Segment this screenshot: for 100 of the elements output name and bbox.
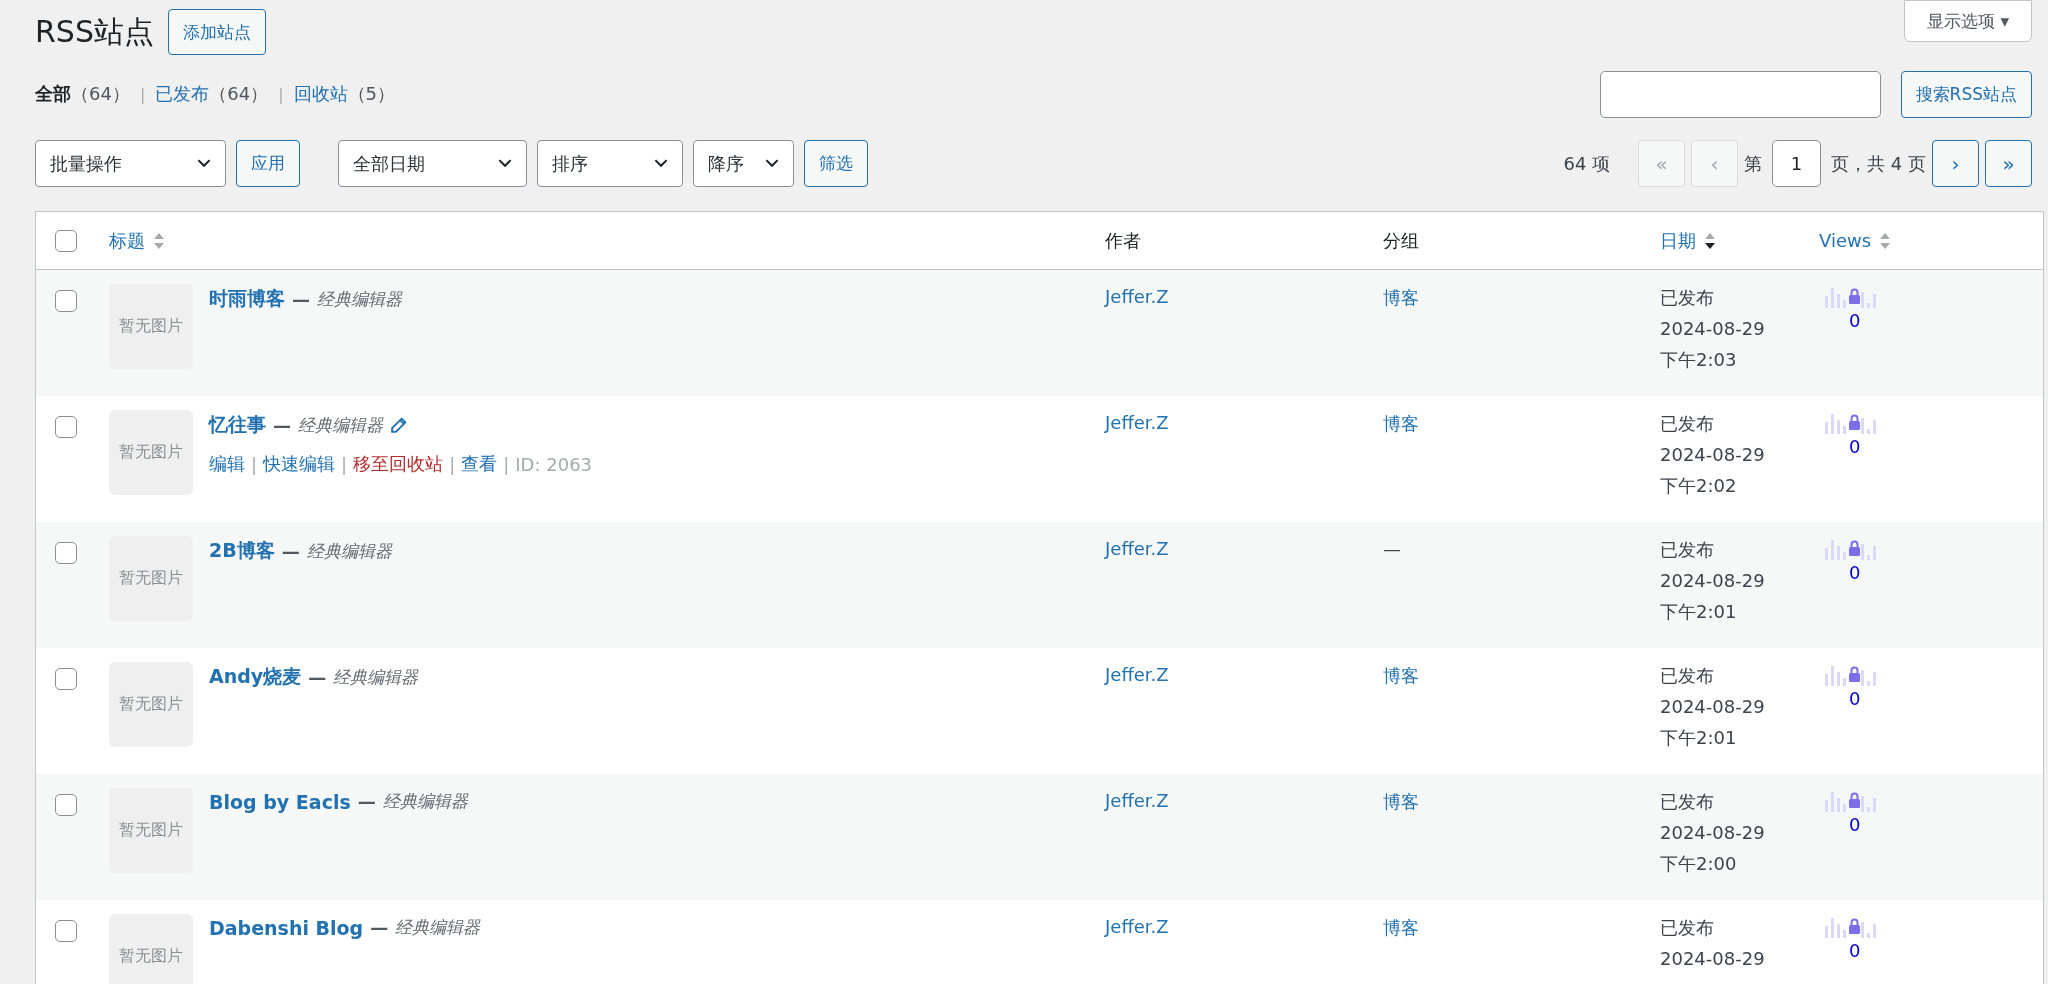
editor-label: 经典编辑器 <box>317 287 402 311</box>
placeholder-text: 暂无图片 <box>119 316 183 337</box>
date-text: 2024-08-29 <box>1660 443 1766 467</box>
chevron-down-icon <box>498 159 512 168</box>
row-action-link[interactable]: 查看 <box>461 452 498 476</box>
date-text: 2024-08-29 <box>1660 317 1766 341</box>
trash-link[interactable]: 移至回收站 <box>353 452 444 476</box>
column-header: 分组 <box>1383 228 1419 253</box>
category-link[interactable]: 博客 <box>1383 413 1419 434</box>
date-text: 已发布 <box>1660 916 1715 940</box>
filter-button[interactable]: 筛选 <box>804 140 868 187</box>
site-title-link[interactable]: 2B博客 <box>209 538 275 564</box>
view-filter-link[interactable]: 已发布（64） <box>155 82 269 106</box>
view-count[interactable]: 0 <box>1849 562 1861 583</box>
site-title-link[interactable]: Blog by Eacls <box>209 790 351 813</box>
date-text: 已发布 <box>1660 538 1715 562</box>
site-title-link[interactable]: Andy烧麦 <box>209 664 302 690</box>
column-sort-link[interactable]: 标题 <box>109 228 145 253</box>
date-text: 下午2:02 <box>1660 474 1738 498</box>
view-count[interactable]: 0 <box>1849 436 1861 457</box>
separator: | <box>139 84 146 104</box>
placeholder-text: 暂无图片 <box>119 946 183 967</box>
separator: | <box>341 453 348 475</box>
search-button[interactable]: 搜索RSS站点 <box>1900 70 2032 118</box>
date-text: 已发布 <box>1660 790 1715 814</box>
date-text: 下午2:01 <box>1660 726 1738 750</box>
title-separator: — <box>273 414 291 436</box>
title-separator: — <box>292 288 310 310</box>
view-count[interactable]: 0 <box>1849 814 1861 835</box>
row-checkbox[interactable] <box>55 416 77 438</box>
editor-label: 经典编辑器 <box>298 413 383 437</box>
date-text: 2024-08-29 <box>1660 695 1766 719</box>
page-total: 页，共 4 页 <box>1831 151 1926 176</box>
page-nav-button[interactable]: » <box>1985 140 2032 187</box>
author-link[interactable]: Jeffer.Z <box>1105 286 1169 307</box>
page-nav-button[interactable]: › <box>1932 140 1979 187</box>
column-sort-link[interactable]: 日期 <box>1660 228 1696 253</box>
site-title-link[interactable]: 时雨博客 <box>209 286 285 312</box>
view-count[interactable]: 0 <box>1849 310 1861 331</box>
date-text: 2024-08-29 <box>1660 947 1766 971</box>
row-checkbox[interactable] <box>55 794 77 816</box>
title-separator: — <box>281 540 300 562</box>
placeholder-text: 暂无图片 <box>119 694 183 715</box>
separator: | <box>251 453 258 475</box>
author-link[interactable]: Jeffer.Z <box>1105 538 1169 559</box>
post-id: ID: 2063 <box>515 453 593 475</box>
category-link[interactable]: 博客 <box>1383 917 1419 938</box>
filter-select[interactable]: 降序 <box>693 140 794 187</box>
title-separator: — <box>308 666 327 688</box>
add-site-button[interactable]: 添加站点 <box>167 9 266 55</box>
category-link[interactable]: 博客 <box>1383 287 1419 308</box>
view-count[interactable]: 0 <box>1849 940 1861 961</box>
page-label: 第 <box>1744 151 1763 176</box>
apply-button[interactable]: 应用 <box>236 140 300 187</box>
view-filter-link[interactable]: 回收站（5） <box>293 82 396 106</box>
row-checkbox[interactable] <box>55 290 77 312</box>
row-checkbox[interactable] <box>55 920 77 942</box>
row-action-link[interactable]: 编辑 <box>209 452 245 476</box>
author-link[interactable]: Jeffer.Z <box>1105 790 1169 811</box>
view-count[interactable]: 0 <box>1849 688 1861 709</box>
editor-label: 经典编辑器 <box>395 916 481 939</box>
separator: | <box>278 84 284 104</box>
placeholder-text: 暂无图片 <box>119 820 183 841</box>
filter-select[interactable]: 全部日期 <box>338 140 527 187</box>
search-field[interactable] <box>1599 70 1881 118</box>
site-title-link[interactable]: Dabenshi Blog <box>209 916 364 939</box>
author-link[interactable]: Jeffer.Z <box>1105 412 1169 433</box>
category-empty: — <box>1383 538 1401 559</box>
placeholder-text: 暂无图片 <box>119 568 183 589</box>
category-link[interactable]: 博客 <box>1383 665 1419 686</box>
chevron-down-icon <box>654 159 668 168</box>
date-text: 下午2:01 <box>1660 600 1738 624</box>
date-text: 下午2:00 <box>1660 852 1738 876</box>
site-title-link[interactable]: 忆往事 <box>209 412 266 438</box>
bulk-actions-select[interactable]: 批量操作 <box>35 140 226 187</box>
column-sort-link[interactable]: Views <box>1819 230 1872 251</box>
category-link[interactable]: 博客 <box>1383 791 1419 812</box>
chevron-down-icon <box>765 159 779 168</box>
screen-options-button[interactable]: 显示选项 ▾ <box>1904 0 2032 42</box>
view-filter-link[interactable]: 全部（64） <box>35 82 130 106</box>
row-checkbox[interactable] <box>55 668 77 690</box>
date-text: 已发布 <box>1660 664 1715 688</box>
title-separator: — <box>370 917 389 938</box>
author-link[interactable]: Jeffer.Z <box>1105 916 1169 937</box>
row-action-link[interactable]: 快速编辑 <box>263 452 336 476</box>
separator: | <box>449 453 456 475</box>
filter-select[interactable]: 排序 <box>537 140 683 187</box>
page-number-field[interactable]: 1 <box>1772 140 1822 187</box>
column-header: 作者 <box>1105 228 1141 253</box>
date-text: 2024-08-29 <box>1660 821 1766 845</box>
title-separator: — <box>357 791 376 812</box>
editor-label: 经典编辑器 <box>333 665 419 689</box>
select-all-checkbox[interactable] <box>55 229 77 252</box>
editor-label: 经典编辑器 <box>306 539 392 563</box>
page-title: RSS站点 <box>35 12 154 51</box>
separator: | <box>503 453 510 475</box>
author-link[interactable]: Jeffer.Z <box>1105 664 1169 685</box>
date-text: 已发布 <box>1660 412 1715 436</box>
row-checkbox[interactable] <box>55 542 77 564</box>
date-text: 下午2:03 <box>1660 348 1738 372</box>
